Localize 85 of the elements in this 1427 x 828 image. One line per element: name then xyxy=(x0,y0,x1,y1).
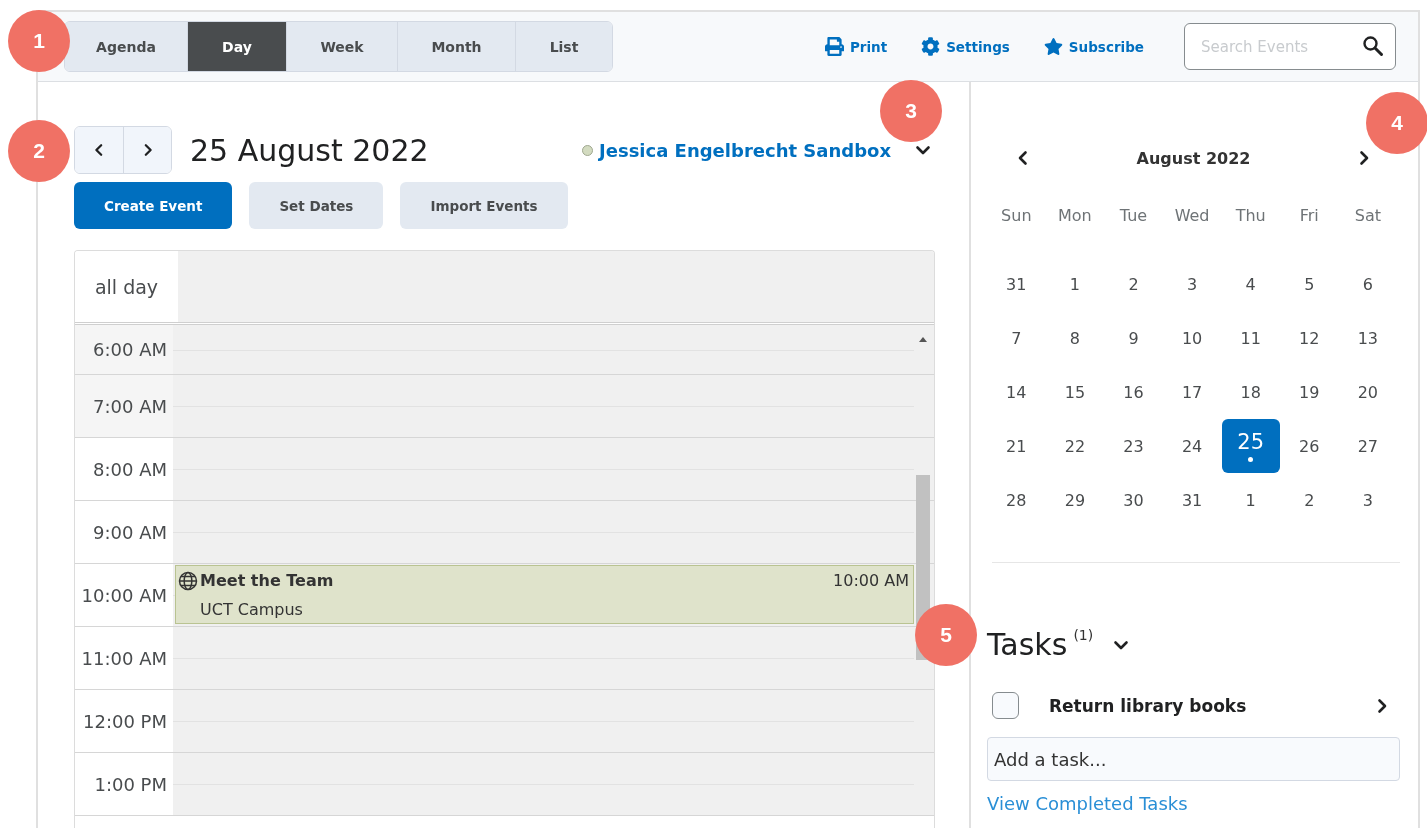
date-title: 25 August 2022 xyxy=(190,132,429,168)
calendar-day[interactable]: 7 xyxy=(987,311,1046,365)
calendar-day[interactable]: 12 xyxy=(1280,311,1339,365)
calendar-day[interactable]: 1 xyxy=(1045,257,1104,311)
view-tab[interactable]: List xyxy=(516,22,612,71)
calendar-day[interactable]: 20 xyxy=(1338,365,1397,419)
globe-icon xyxy=(178,570,198,591)
weekday-label: Sun xyxy=(1000,206,1033,227)
all-day-slot[interactable] xyxy=(178,251,934,322)
task-count: (1) xyxy=(1073,627,1094,643)
action-button[interactable]: Import Events xyxy=(400,182,568,229)
calendar-day[interactable]: 28 xyxy=(987,473,1046,527)
settings-icon xyxy=(921,37,941,56)
annotation-marker: 4 xyxy=(1366,92,1427,154)
calendar-day[interactable]: 5 xyxy=(1280,257,1339,311)
calendar-day[interactable]: 3 xyxy=(1163,257,1222,311)
view-tab[interactable]: Day xyxy=(188,22,287,71)
weekday-label: Sat xyxy=(1353,206,1382,227)
annotation-marker: 1 xyxy=(8,10,70,72)
view-tab[interactable]: Week xyxy=(287,22,398,71)
tasks-heading: Tasks xyxy=(987,627,1068,662)
settings-link[interactable]: Settings xyxy=(921,37,1010,56)
time-slot[interactable] xyxy=(173,375,934,437)
calendar-day[interactable]: 14 xyxy=(987,365,1046,419)
time-slot[interactable] xyxy=(173,627,934,689)
time-slot[interactable] xyxy=(173,753,934,815)
month-title: August 2022 xyxy=(1136,148,1251,168)
time-slot[interactable] xyxy=(173,501,934,563)
action-button[interactable]: Create Event xyxy=(74,182,233,229)
weekday-label: Tue xyxy=(1118,206,1149,227)
annotation-marker: 2 xyxy=(8,120,70,182)
action-button[interactable]: Set Dates xyxy=(249,182,384,229)
time-slot[interactable] xyxy=(173,438,934,500)
calendar-day[interactable]: 18 xyxy=(1221,365,1280,419)
calendar-day[interactable]: 29 xyxy=(1045,473,1104,527)
event-title: Meet the Team xyxy=(200,571,335,590)
calendar-day[interactable]: 17 xyxy=(1163,365,1222,419)
calendar-day[interactable]: 27 xyxy=(1338,419,1397,473)
printer-icon xyxy=(824,37,844,56)
view-tab[interactable]: Agenda xyxy=(65,22,188,71)
calendar-day[interactable]: 11 xyxy=(1221,311,1280,365)
weekday-label: Thu xyxy=(1234,206,1267,227)
calendar-day[interactable]: 4 xyxy=(1221,257,1280,311)
calendar-day[interactable]: 1 xyxy=(1221,473,1280,527)
hour-label: 6:00 AM xyxy=(75,325,173,374)
weekday-label: Mon xyxy=(1057,206,1093,227)
view-tab[interactable]: Month xyxy=(398,22,516,71)
calendar-day[interactable]: 9 xyxy=(1104,311,1163,365)
print-link[interactable]: Print xyxy=(824,37,888,56)
calendar-day[interactable]: 30 xyxy=(1104,473,1163,527)
calendar-day[interactable]: 19 xyxy=(1280,365,1339,419)
weekday-label: Fri xyxy=(1298,206,1320,227)
event-time: 10:00 AM xyxy=(833,571,909,590)
calendar-day[interactable]: 24 xyxy=(1163,419,1222,473)
calendar-day[interactable]: 13 xyxy=(1338,311,1397,365)
calendar-day[interactable]: 25 xyxy=(1221,419,1280,473)
calendar-day[interactable]: 21 xyxy=(987,419,1046,473)
calendar-day[interactable]: 8 xyxy=(1045,311,1104,365)
search-icon[interactable] xyxy=(1362,35,1384,57)
annotation-marker: 3 xyxy=(880,80,942,142)
next-day-button[interactable] xyxy=(123,127,171,173)
calendar-day[interactable]: 31 xyxy=(1163,473,1222,527)
hour-label: 7:00 AM xyxy=(75,375,173,437)
task-label: Return library books xyxy=(1049,695,1248,716)
calendar-day[interactable]: 23 xyxy=(1104,419,1163,473)
view-completed-tasks-link[interactable]: View Completed Tasks xyxy=(987,793,1188,814)
add-task-field[interactable]: Add a task... xyxy=(987,737,1400,781)
calendar-day[interactable]: 2 xyxy=(1280,473,1339,527)
subscribe-link[interactable]: Subscribe xyxy=(1043,37,1144,56)
calendar-day[interactable]: 22 xyxy=(1045,419,1104,473)
calendar-day[interactable]: 31 xyxy=(987,257,1046,311)
calendar-day[interactable]: 10 xyxy=(1163,311,1222,365)
event-location: UCT Campus xyxy=(200,599,304,619)
task-checkbox[interactable] xyxy=(992,692,1019,719)
calendar-day[interactable]: 16 xyxy=(1104,365,1163,419)
calendar-day[interactable]: 26 xyxy=(1280,419,1339,473)
star-icon xyxy=(1043,37,1063,56)
calendar-day[interactable]: 2 xyxy=(1104,257,1163,311)
calendar-day[interactable]: 15 xyxy=(1045,365,1104,419)
scroll-up-icon[interactable] xyxy=(919,337,927,342)
calendar-day[interactable]: 3 xyxy=(1338,473,1397,527)
time-slot[interactable] xyxy=(173,690,934,752)
calendar-day[interactable]: 6 xyxy=(1338,257,1397,311)
previous-day-button[interactable] xyxy=(75,127,123,173)
weekday-label: Wed xyxy=(1173,206,1211,227)
